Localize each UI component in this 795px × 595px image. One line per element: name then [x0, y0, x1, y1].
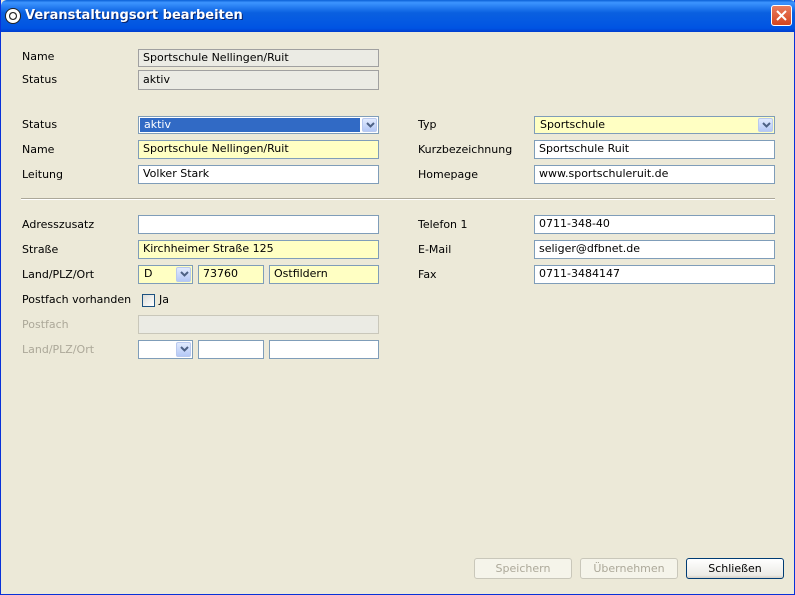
- postfach-vorhanden-label: Postfach vorhanden: [22, 293, 132, 306]
- save-button[interactable]: Speichern: [474, 558, 572, 579]
- fax-label: Fax: [418, 268, 437, 281]
- telefon-label: Telefon 1: [418, 218, 468, 231]
- header-status-label: Status: [22, 73, 58, 86]
- leitung-input[interactable]: Volker Stark: [138, 165, 379, 184]
- postfach-ort-input[interactable]: [269, 340, 379, 359]
- status-label: Status: [22, 118, 58, 131]
- kurzbezeichnung-input[interactable]: Sportschule Ruit: [534, 140, 775, 159]
- postfach-checkbox[interactable]: [142, 294, 155, 307]
- chevron-down-icon[interactable]: [362, 118, 377, 132]
- header-status-field: aktiv: [138, 70, 379, 90]
- section-divider: [21, 198, 775, 200]
- close-icon: [776, 10, 787, 21]
- apply-button[interactable]: Übernehmen: [580, 558, 678, 579]
- title-bar[interactable]: Veranstaltungsort bearbeiten: [1, 0, 795, 32]
- land-select[interactable]: D: [138, 265, 193, 284]
- close-button[interactable]: [771, 5, 792, 26]
- adresszusatz-input[interactable]: [138, 215, 379, 234]
- kurzbezeichnung-label: Kurzbezeichnung: [418, 143, 513, 156]
- postfach-label: Postfach: [22, 318, 69, 331]
- window-title: Veranstaltungsort bearbeiten: [25, 8, 243, 23]
- plz-input[interactable]: 73760: [198, 265, 264, 284]
- strasse-input[interactable]: Kirchheimer Straße 125: [138, 240, 379, 259]
- soccer-ball-icon: [5, 8, 21, 24]
- ort-input[interactable]: Ostfildern: [269, 265, 379, 284]
- name-label: Name: [22, 143, 55, 156]
- chevron-down-icon[interactable]: [758, 118, 773, 132]
- homepage-label: Homepage: [418, 168, 478, 181]
- postfach-input: [138, 315, 379, 334]
- typ-select[interactable]: Sportschule: [534, 116, 775, 134]
- email-input[interactable]: seliger@dfbnet.de: [534, 240, 775, 259]
- homepage-input[interactable]: www.sportschuleruit.de: [534, 165, 775, 184]
- dialog-window: Veranstaltungsort bearbeiten Name Sports…: [0, 0, 795, 595]
- strasse-label: Straße: [22, 243, 59, 256]
- adresszusatz-label: Adresszusatz: [22, 218, 95, 231]
- name-input[interactable]: Sportschule Nellingen/Ruit: [138, 140, 379, 159]
- header-name-field: Sportschule Nellingen/Ruit: [138, 49, 379, 67]
- postfach-land-select-value: [140, 342, 174, 357]
- postfach-checkbox-label[interactable]: Ja: [159, 293, 169, 307]
- status-select-value: aktiv: [140, 118, 360, 132]
- postfach-land-plz-ort-label: Land/PLZ/Ort: [22, 343, 95, 356]
- postfach-plz-input[interactable]: [198, 340, 264, 359]
- header-name-label: Name: [22, 50, 55, 63]
- fax-input[interactable]: 0711-3484147: [534, 265, 775, 284]
- leitung-label: Leitung: [22, 168, 63, 181]
- dialog-content: Name Sportschule Nellingen/Ruit Status a…: [1, 32, 795, 595]
- postfach-land-select[interactable]: [138, 340, 193, 359]
- telefon-input[interactable]: 0711-348-40: [534, 215, 775, 234]
- chevron-down-icon[interactable]: [176, 342, 191, 357]
- typ-select-value: Sportschule: [540, 118, 606, 131]
- land-select-value: D: [144, 267, 153, 280]
- land-plz-ort-label: Land/PLZ/Ort: [22, 268, 95, 281]
- close-dialog-button[interactable]: Schließen: [686, 558, 784, 579]
- chevron-down-icon[interactable]: [176, 267, 191, 282]
- email-label: E-Mail: [418, 243, 452, 256]
- status-select[interactable]: aktiv: [138, 116, 379, 134]
- typ-label: Typ: [418, 118, 437, 131]
